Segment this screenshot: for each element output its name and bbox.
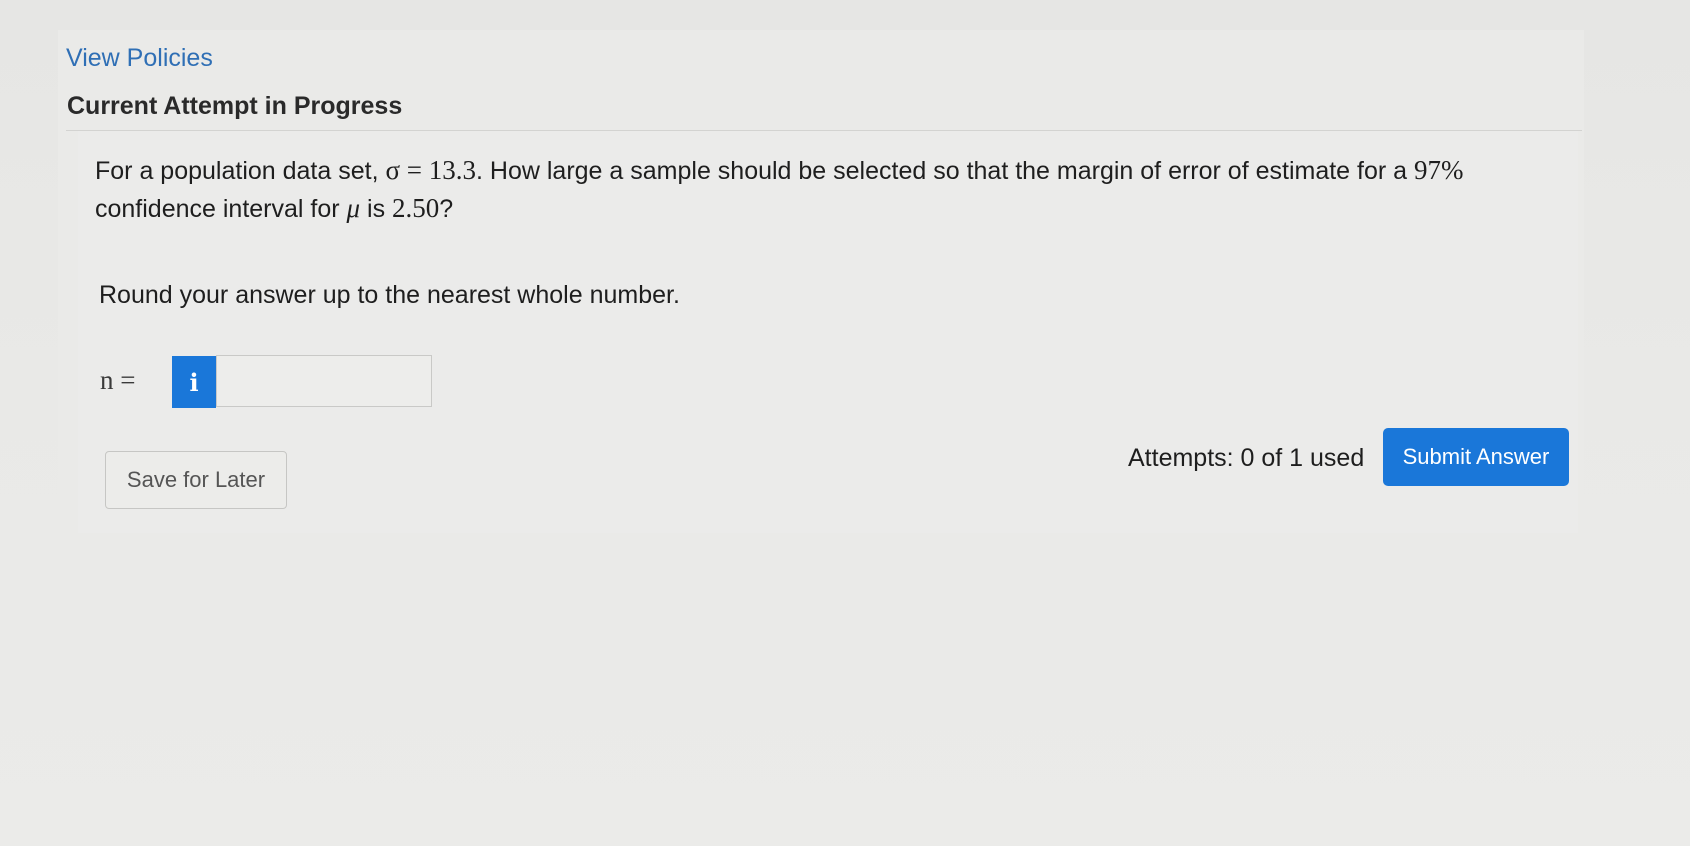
submit-answer-button[interactable]: Submit Answer xyxy=(1383,428,1569,486)
margin-of-error-value: 2.50 xyxy=(392,193,440,223)
header-divider xyxy=(66,130,1582,131)
rounding-instruction: Round your answer up to the nearest whol… xyxy=(99,281,680,309)
question-prefix: For a population data set, xyxy=(95,157,386,185)
info-icon[interactable]: i xyxy=(172,356,216,408)
view-policies-link[interactable]: View Policies xyxy=(66,44,213,73)
attempt-status-title: Current Attempt in Progress xyxy=(67,92,403,120)
question-suffix: ? xyxy=(439,195,454,223)
info-icon-glyph: i xyxy=(189,367,199,397)
sigma-value: 13.3 xyxy=(428,155,477,185)
sigma-symbol: σ xyxy=(385,155,401,185)
equals-sign: = xyxy=(400,155,429,185)
save-for-later-button[interactable]: Save for Later xyxy=(105,451,287,509)
attempts-counter: Attempts: 0 of 1 used xyxy=(1128,444,1365,472)
question-line2-middle: is xyxy=(360,195,393,223)
answer-label: n = xyxy=(100,365,136,395)
question-text: For a population data set, σ = 13.3. How… xyxy=(95,152,1495,228)
answer-input[interactable] xyxy=(216,355,432,407)
mu-symbol: μ xyxy=(346,193,361,223)
question-line2-prefix: confidence interval for xyxy=(95,195,347,223)
confidence-level: 97% xyxy=(1414,155,1464,185)
question-middle: . How large a sample should be selected … xyxy=(476,157,1414,185)
